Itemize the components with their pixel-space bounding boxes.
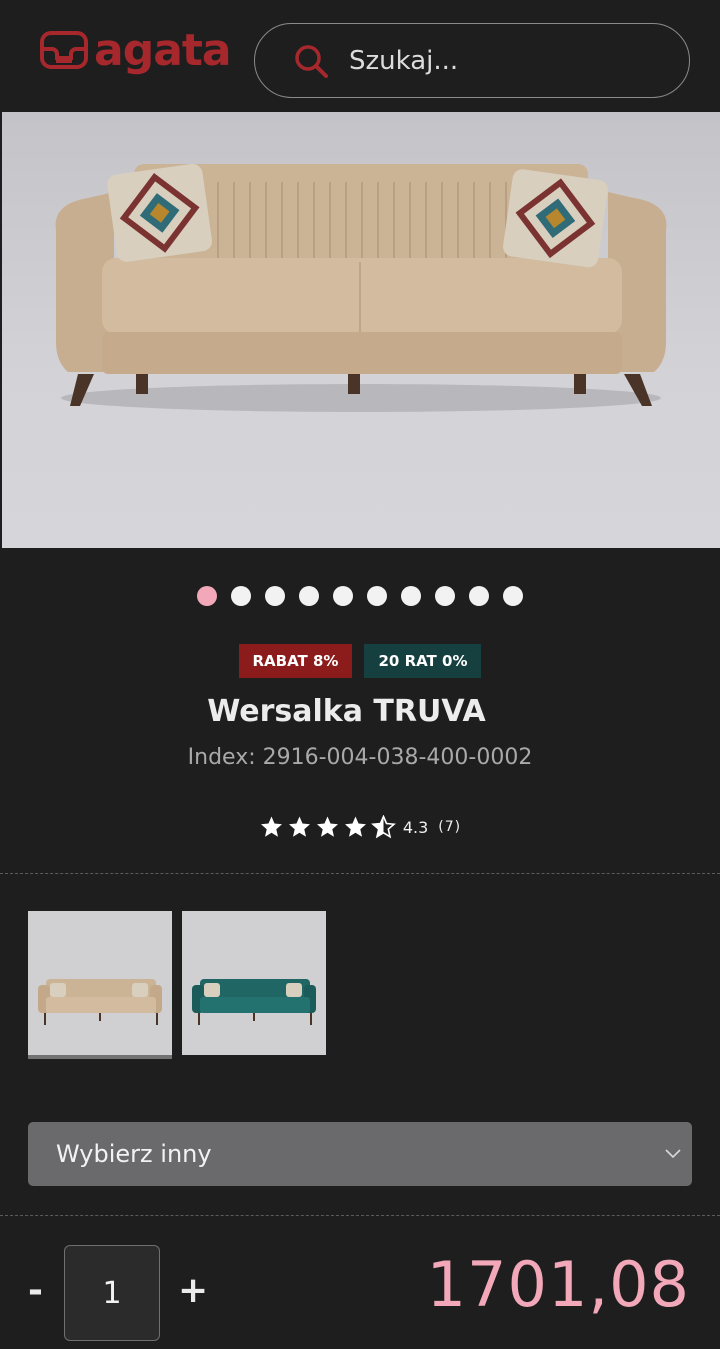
agata-logo[interactable]: agata [38, 16, 232, 86]
variant-select[interactable]: Wybierz inny [28, 1122, 692, 1186]
badges: RABAT 8% 20 RAT 0% [0, 644, 720, 678]
sofa-beige-image [55, 163, 667, 412]
gallery-dot[interactable] [231, 586, 251, 606]
product-title: Wersalka TRUVA [207, 694, 486, 729]
product-image[interactable] [2, 112, 720, 548]
sofa-logo-icon [40, 31, 88, 69]
search-icon[interactable] [293, 43, 329, 79]
rating-value: 4.3 [402, 817, 429, 837]
logo-text: agata [94, 25, 232, 76]
rating-stars [259, 815, 396, 839]
gallery-dot[interactable] [401, 586, 421, 606]
gallery-dots [0, 586, 720, 606]
sofa-beige-thumbnail [28, 911, 172, 1055]
variant-thumbnail-beige[interactable] [28, 911, 172, 1059]
variant-thumbnails [28, 911, 326, 1059]
star-full-icon [288, 816, 310, 837]
divider [0, 873, 720, 874]
star-full-icon [344, 816, 366, 837]
star-half-icon [370, 815, 396, 839]
quantity-stepper: - 1 + [28, 1245, 208, 1341]
product-price: 1701,08 [426, 1248, 690, 1321]
variant-thumbnail-teal[interactable] [182, 911, 326, 1055]
gallery-dot-active[interactable] [197, 586, 217, 606]
gallery-dot[interactable] [503, 586, 523, 606]
quantity-input[interactable]: 1 [64, 1245, 160, 1341]
header: agata [0, 0, 720, 112]
chevron-down-icon [665, 1149, 681, 1159]
divider [0, 1215, 720, 1216]
installments-badge: 20 RAT 0% [364, 644, 482, 678]
product-rating[interactable]: 4.3 (7) [0, 815, 720, 839]
discount-badge: RABAT 8% [238, 644, 353, 678]
rating-count[interactable]: (7) [438, 819, 461, 835]
star-full-icon [316, 816, 338, 837]
gallery-dot[interactable] [265, 586, 285, 606]
gallery-dot[interactable] [435, 586, 455, 606]
gallery-dot[interactable] [299, 586, 319, 606]
search-bar[interactable] [254, 23, 690, 98]
increase-quantity-button[interactable]: + [178, 1270, 208, 1311]
decrease-quantity-button[interactable]: - [28, 1270, 50, 1311]
gallery-dot[interactable] [469, 586, 489, 606]
sofa-teal-thumbnail [182, 911, 326, 1055]
gallery-dot[interactable] [333, 586, 353, 606]
star-full-icon [260, 816, 282, 837]
search-input[interactable] [347, 44, 671, 77]
product-index: Index: 2916-004-038-400-0002 [187, 745, 533, 770]
select-label: Wybierz inny [56, 1140, 212, 1168]
gallery-dot[interactable] [367, 586, 387, 606]
